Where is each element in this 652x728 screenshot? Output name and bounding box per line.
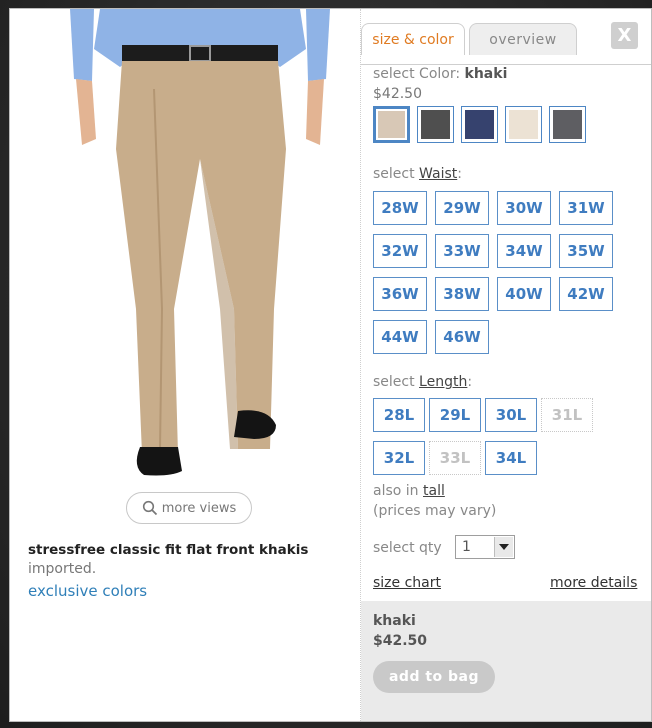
more-views-label: more views bbox=[161, 500, 237, 516]
length-option-30l[interactable]: 30L bbox=[485, 398, 537, 432]
waist-option-34w[interactable]: 34W bbox=[497, 234, 551, 268]
product-origin: imported. bbox=[28, 561, 97, 577]
product-quickview-modal: more views stressfree classic fit flat f… bbox=[9, 8, 652, 722]
length-guide-link[interactable]: Length bbox=[419, 374, 467, 390]
qty-select[interactable]: 1 bbox=[455, 535, 515, 559]
waist-option-40w[interactable]: 40W bbox=[497, 277, 551, 311]
more-details-link[interactable]: more details bbox=[550, 575, 637, 591]
prices-vary-note: (prices may vary) bbox=[373, 503, 497, 519]
add-to-bag-button[interactable]: add to bag bbox=[373, 661, 495, 693]
also-in-text: also in tall bbox=[373, 483, 445, 499]
selected-color-name: khaki bbox=[464, 66, 508, 82]
color-price: $42.50 bbox=[373, 86, 422, 102]
length-option-28l[interactable]: 28L bbox=[373, 398, 425, 432]
order-summary: khaki $42.50 add to bag bbox=[361, 601, 651, 721]
product-image bbox=[70, 9, 330, 476]
waist-option-28w[interactable]: 28W bbox=[373, 191, 427, 225]
waist-option-33w[interactable]: 33W bbox=[435, 234, 489, 268]
qty-value: 1 bbox=[462, 539, 471, 555]
select-color-label: select Color: khaki bbox=[373, 66, 508, 82]
color-swatch-charcoal[interactable] bbox=[549, 106, 586, 143]
waist-option-44w[interactable]: 44W bbox=[373, 320, 427, 354]
waist-option-31w[interactable]: 31W bbox=[559, 191, 613, 225]
qty-label: select qty bbox=[373, 540, 442, 556]
tab-size-color[interactable]: size & color bbox=[361, 23, 465, 55]
waist-option-36w[interactable]: 36W bbox=[373, 277, 427, 311]
more-views-button[interactable]: more views bbox=[126, 492, 252, 524]
color-swatch-cream[interactable] bbox=[505, 106, 542, 143]
waist-option-35w[interactable]: 35W bbox=[559, 234, 613, 268]
swatch-fill bbox=[421, 110, 450, 139]
waist-option-30w[interactable]: 30W bbox=[497, 191, 551, 225]
waist-guide-link[interactable]: Waist bbox=[419, 166, 457, 182]
select-length-label: select Length: bbox=[373, 374, 473, 390]
tab-bar: size & color overview bbox=[361, 19, 651, 65]
tab-underline bbox=[361, 64, 651, 65]
tall-link[interactable]: tall bbox=[423, 483, 445, 499]
magnifier-icon bbox=[142, 500, 157, 516]
product-title: stressfree classic fit flat front khakis bbox=[28, 542, 309, 558]
swatch-fill bbox=[509, 110, 538, 139]
dropdown-arrow-icon bbox=[494, 537, 513, 557]
product-info-column: more views stressfree classic fit flat f… bbox=[10, 9, 360, 721]
swatch-fill bbox=[378, 111, 405, 138]
length-option-33l: 33L bbox=[429, 441, 481, 475]
close-button[interactable]: X bbox=[611, 22, 638, 49]
swatch-fill bbox=[465, 110, 494, 139]
waist-option-46w[interactable]: 46W bbox=[435, 320, 489, 354]
exclusive-colors-link[interactable]: exclusive colors bbox=[28, 582, 147, 600]
color-swatch-khaki[interactable] bbox=[373, 106, 410, 143]
length-option-34l[interactable]: 34L bbox=[485, 441, 537, 475]
summary-price: $42.50 bbox=[373, 633, 428, 649]
swatch-fill bbox=[553, 110, 582, 139]
size-chart-link[interactable]: size chart bbox=[373, 575, 441, 591]
options-panel: size & color overview X select Color: kh… bbox=[361, 9, 651, 721]
waist-option-32w[interactable]: 32W bbox=[373, 234, 427, 268]
select-waist-label: select Waist: bbox=[373, 166, 462, 182]
color-swatch-navy[interactable] bbox=[461, 106, 498, 143]
waist-option-42w[interactable]: 42W bbox=[559, 277, 613, 311]
waist-option-38w[interactable]: 38W bbox=[435, 277, 489, 311]
tab-overview[interactable]: overview bbox=[469, 23, 577, 55]
summary-color: khaki bbox=[373, 613, 416, 629]
length-option-32l[interactable]: 32L bbox=[373, 441, 425, 475]
length-option-31l: 31L bbox=[541, 398, 593, 432]
close-icon: X bbox=[617, 25, 632, 46]
color-swatch-dark-gray[interactable] bbox=[417, 106, 454, 143]
waist-option-29w[interactable]: 29W bbox=[435, 191, 489, 225]
length-option-29l[interactable]: 29L bbox=[429, 398, 481, 432]
